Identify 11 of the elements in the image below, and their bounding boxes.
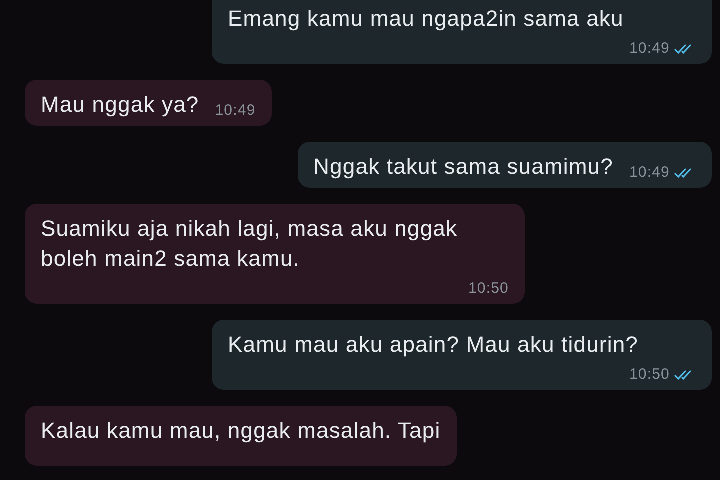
message-time: 10:49 [629, 164, 670, 182]
message-time: 10:49 [215, 102, 256, 120]
message-text: Kamu mau aku apain? Mau aku tidurin? [228, 331, 640, 359]
message-text: Kalau kamu mau, nggak masalah. Tapi [41, 417, 441, 445]
message-text: Nggak takut sama suamimu? [314, 153, 614, 181]
message-text: Mau nggak ya? [41, 91, 200, 119]
message-time: 10:50 [468, 280, 509, 298]
message-time: 10:50 [629, 366, 670, 384]
message-time: 10:49 [629, 40, 670, 58]
message-text: Suamiku aja nikah lagi, masa aku nggak boleh main2 sama kamu. [41, 215, 459, 273]
message-text: Emang kamu mau ngapa2in sama aku [228, 5, 625, 33]
